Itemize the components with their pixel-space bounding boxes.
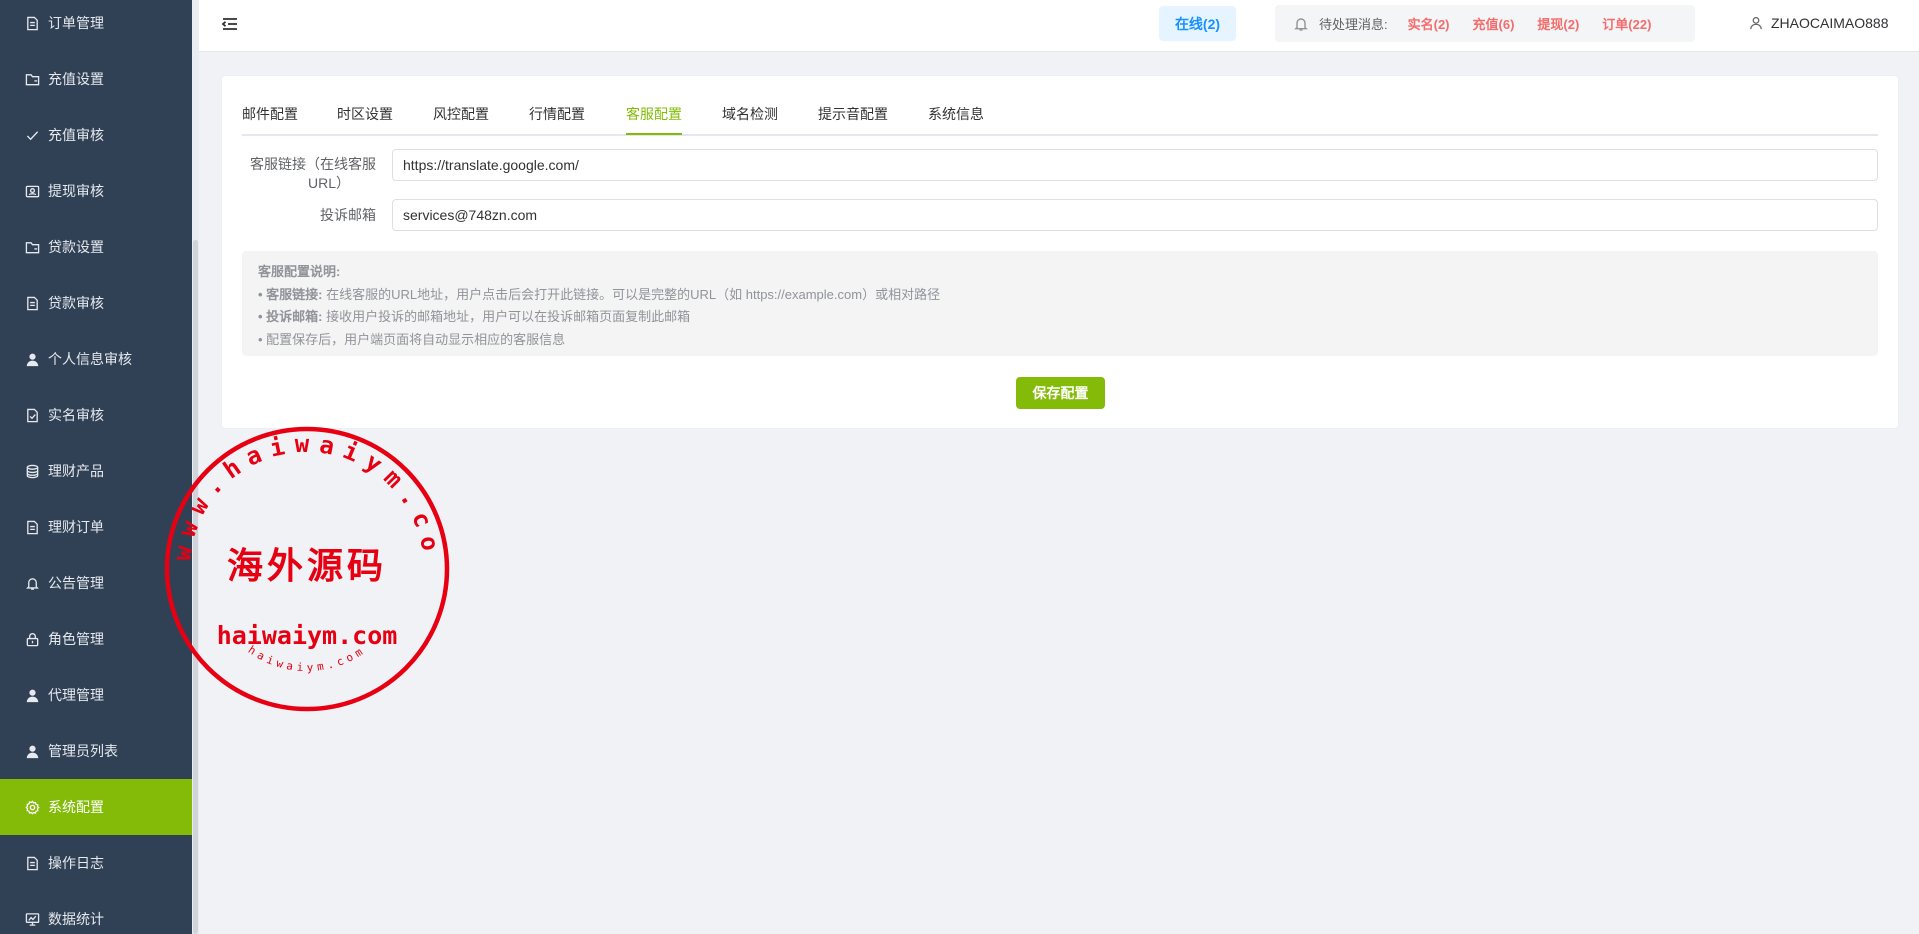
chart-icon — [24, 911, 40, 927]
sidebar-item-label: 充值审核 — [48, 127, 104, 143]
help-title: 客服配置说明: — [258, 264, 341, 279]
complaint-email-input[interactable] — [392, 199, 1878, 231]
sidebar-item-label: 提现审核 — [48, 183, 104, 199]
save-config-button[interactable]: 保存配置 — [1016, 377, 1105, 409]
sidebar-item-label: 公告管理 — [48, 575, 104, 591]
user-menu[interactable]: ZHAOCAIMAO888 — [1749, 15, 1888, 31]
sidebar-item-label: 操作日志 — [48, 855, 104, 871]
sidebar-item-statistics[interactable]: 数据统计 — [0, 891, 192, 934]
bell-icon — [24, 575, 40, 591]
document-icon — [24, 15, 40, 31]
document-icon — [24, 295, 40, 311]
config-help-box: 客服配置说明: • 客服链接: 在线客服的URL地址，用户点击后会打开此链接。可… — [242, 251, 1878, 356]
sidebar-item-recharge-settings[interactable]: 充值设置 — [0, 51, 192, 107]
tab-timezone-settings[interactable]: 时区设置 — [337, 102, 393, 134]
stamp-ring-text: www.haiwaiym.com — [152, 404, 437, 563]
tab-email-config[interactable]: 邮件配置 — [242, 102, 298, 134]
complaint-email-label: 投诉邮箱 — [320, 207, 376, 223]
service-link-input[interactable] — [392, 149, 1878, 181]
coins-icon — [24, 463, 40, 479]
sidebar-item-operation-log[interactable]: 操作日志 — [0, 835, 192, 891]
sidebar-item-label: 角色管理 — [48, 631, 104, 647]
sidebar-item-recharge-review[interactable]: 充值审核 — [0, 107, 192, 163]
config-card: 邮件配置 时区设置 风控配置 行情配置 客服配置 域名检测 提示音配置 系统信息… — [221, 75, 1899, 429]
sidebar-item-label: 贷款设置 — [48, 239, 104, 255]
sidebar-item-label: 数据统计 — [48, 911, 104, 927]
sidebar-item-loan-settings[interactable]: 贷款设置 — [0, 219, 192, 275]
notice-recharge-link[interactable]: 充值(6) — [1473, 14, 1515, 33]
document-icon — [24, 855, 40, 871]
top-header: 在线(2) 待处理消息: 实名(2) 充值(6) 提现(2) 订单(22) ZH… — [199, 0, 1919, 52]
user-icon — [24, 743, 40, 759]
user-icon — [24, 687, 40, 703]
tab-market-config[interactable]: 行情配置 — [529, 102, 585, 134]
help-line: • 客服链接: 在线客服的URL地址，用户点击后会打开此链接。可以是完整的URL… — [258, 286, 941, 302]
online-count-badge[interactable]: 在线(2) — [1159, 6, 1236, 41]
sidebar-item-label: 个人信息审核 — [48, 351, 132, 367]
help-line: • 配置保存后，用户端页面将自动显示相应的客服信息 — [258, 331, 566, 347]
sidebar-item-label: 贷款审核 — [48, 295, 104, 311]
stamp-domain-text: haiwaiym.com — [217, 621, 398, 650]
sidebar-item-label: 充值设置 — [48, 71, 104, 87]
lock-icon — [24, 631, 40, 647]
check-icon — [24, 127, 40, 143]
tab-sound-config[interactable]: 提示音配置 — [818, 102, 888, 134]
sidebar-item-admin-list[interactable]: 管理员列表 — [0, 723, 192, 779]
sidebar-item-label: 系统配置 — [48, 799, 104, 815]
username: ZHAOCAIMAO888 — [1771, 15, 1889, 31]
user-icon — [1749, 16, 1763, 30]
active-tab-indicator — [626, 133, 682, 135]
sidebar-item-label: 理财产品 — [48, 463, 104, 479]
gear-icon — [24, 799, 40, 815]
tab-system-info[interactable]: 系统信息 — [928, 102, 984, 134]
bell-icon — [1293, 16, 1309, 32]
sidebar-item-label: 管理员列表 — [48, 743, 118, 759]
config-tabs: 邮件配置 时区设置 风控配置 行情配置 客服配置 域名检测 提示音配置 系统信息 — [242, 102, 1878, 136]
sidebar-item-label: 实名审核 — [48, 407, 104, 423]
sidebar-item-loan-review[interactable]: 贷款审核 — [0, 275, 192, 331]
user-icon — [24, 351, 40, 367]
folder-icon — [24, 239, 40, 255]
pending-notices-bar: 待处理消息: 实名(2) 充值(6) 提现(2) 订单(22) — [1275, 5, 1695, 42]
tab-risk-config[interactable]: 风控配置 — [433, 102, 489, 134]
tab-domain-check[interactable]: 域名检测 — [722, 102, 778, 134]
notice-withdraw-link[interactable]: 提现(2) — [1537, 14, 1579, 33]
watermark-stamp: www.haiwaiym.com 海外源码 haiwaiym.com haiwa… — [152, 404, 450, 712]
folder-icon — [24, 71, 40, 87]
sidebar-item-personal-info-review[interactable]: 个人信息审核 — [0, 331, 192, 387]
sidebar-item-orders[interactable]: 订单管理 — [0, 0, 192, 51]
sidebar-item-withdraw-review[interactable]: 提现审核 — [0, 163, 192, 219]
collapse-menu-icon[interactable] — [221, 15, 239, 33]
tab-customer-service-config[interactable]: 客服配置 — [626, 102, 682, 134]
sidebar-item-label: 代理管理 — [48, 687, 104, 703]
document-icon — [24, 519, 40, 535]
notice-realname-link[interactable]: 实名(2) — [1408, 14, 1450, 33]
document-check-icon — [24, 407, 40, 423]
help-line: • 投诉邮箱: 接收用户投诉的邮箱地址，用户可以在投诉邮箱页面复制此邮箱 — [258, 309, 691, 324]
svg-text:www.haiwaiym.com: www.haiwaiym.com — [164, 426, 446, 563]
sidebar-item-label: 理财订单 — [48, 519, 104, 535]
withdraw-icon — [24, 183, 40, 199]
sidebar-item-label: 订单管理 — [48, 15, 104, 31]
notice-title: 待处理消息: — [1319, 17, 1388, 32]
stamp-center-text: 海外源码 — [227, 545, 387, 587]
service-link-label: 客服链接（在线客服 URL） — [250, 156, 376, 191]
notice-order-link[interactable]: 订单(22) — [1602, 14, 1651, 33]
sidebar-item-system-config[interactable]: 系统配置 — [0, 779, 192, 835]
